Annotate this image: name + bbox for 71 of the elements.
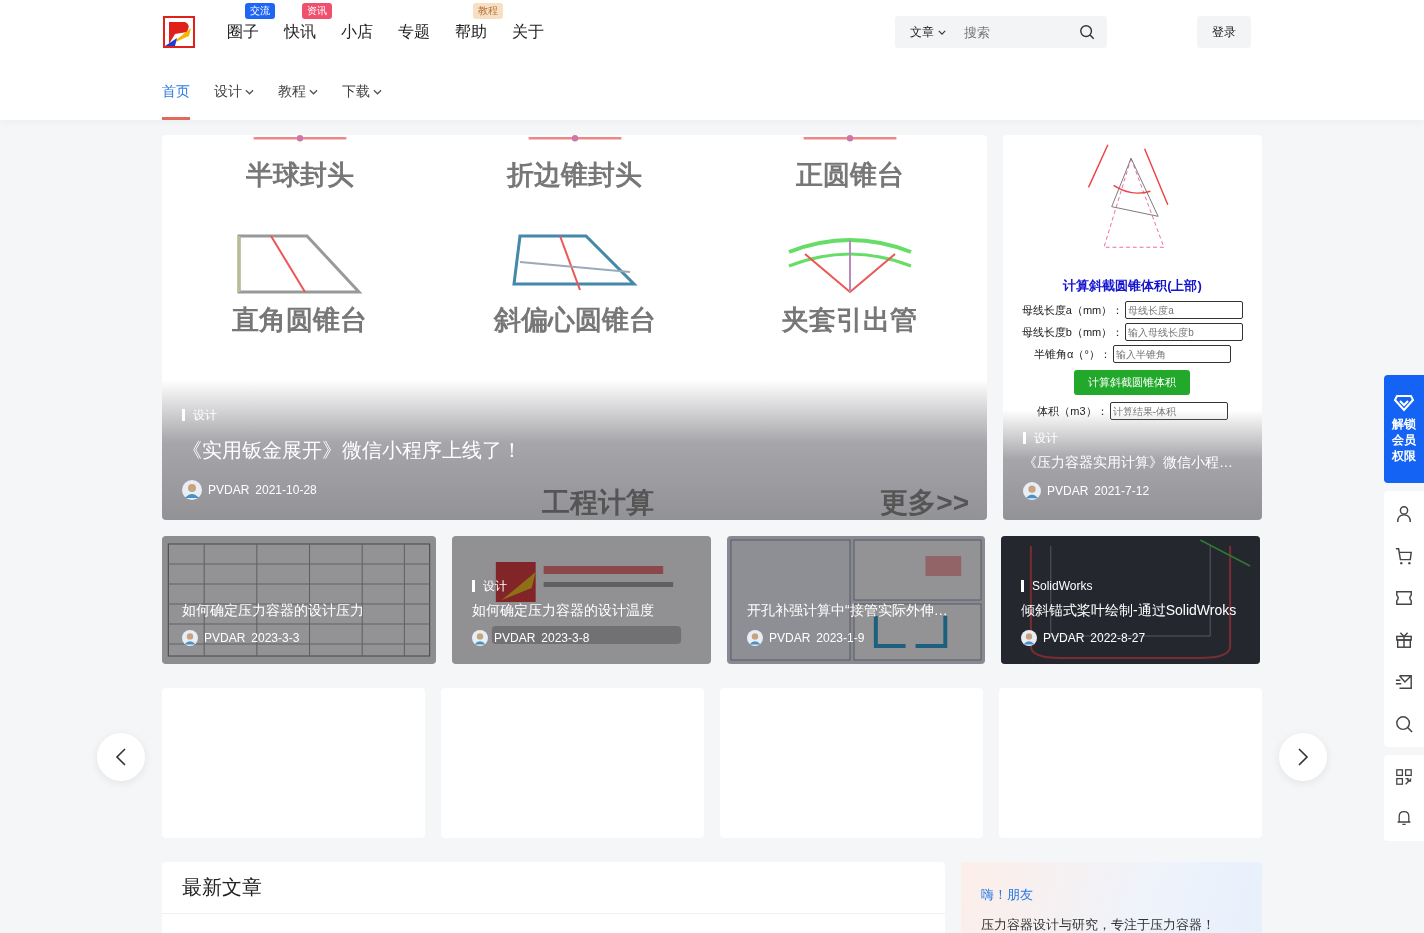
bell-icon[interactable]: [1396, 809, 1412, 827]
post-card[interactable]: SolidWorks 倾斜锚式桨叶绘制-通过SolidWroks PVDAR 2022-8-27: [1001, 536, 1260, 664]
subnav-tab[interactable]: 设计: [214, 64, 254, 120]
shape-label: 正圆锥台: [795, 159, 904, 192]
nav-link[interactable]: 关于: [512, 22, 544, 40]
logo-icon[interactable]: [163, 16, 195, 48]
vip-unlock-button[interactable]: 解锁会员权限: [1384, 375, 1424, 483]
search-icon[interactable]: [1079, 24, 1095, 40]
category-tag[interactable]: SolidWorks: [1021, 580, 1093, 592]
field-label: 体积（m3）：: [1037, 403, 1108, 419]
shape-label: 折边锥封头: [507, 159, 642, 192]
form-title: 计算斜截圆锥体积(上部): [1063, 277, 1202, 295]
avatar-icon: [182, 630, 198, 646]
search-scope-dropdown[interactable]: 文章: [910, 23, 946, 41]
search-icon[interactable]: [1395, 715, 1413, 733]
nav-link[interactable]: 帮助: [455, 22, 487, 40]
subnav-tab[interactable]: 下载: [342, 64, 382, 120]
nav-link[interactable]: 圈子: [227, 22, 259, 40]
input-field[interactable]: 母线长度a: [1125, 301, 1244, 319]
nav-badge: 教程: [473, 2, 503, 19]
field-label: 半锥角α（°）：: [1034, 346, 1111, 362]
banner-caption: 工程计算: [542, 486, 654, 520]
chevron-left-icon: [115, 747, 127, 767]
nav-badge: 资讯: [302, 2, 332, 19]
more-label: 更多>>: [880, 486, 969, 520]
qr-code-icon[interactable]: [1396, 769, 1412, 785]
ticket-icon[interactable]: [1395, 589, 1413, 607]
nav-link[interactable]: 小店: [341, 22, 373, 40]
nav-badge: 交流: [245, 2, 275, 19]
mail-icon[interactable]: [1395, 673, 1413, 691]
login-button[interactable]: 登录: [1197, 16, 1251, 48]
author-name[interactable]: PVDAR: [1043, 631, 1085, 645]
subnav-tab[interactable]: 教程: [278, 64, 318, 120]
caret-icon: [938, 29, 946, 35]
post-date: 2021-7-12: [1094, 484, 1150, 498]
shape-label: 直角圆锥台: [232, 304, 367, 337]
result-field[interactable]: 计算结果-体积: [1109, 402, 1228, 420]
post-card[interactable]: 计算斜截圆锥体积(上部) 母线长度a（mm）： 母线长度a 母线长度b（mm）： 输入母线长度b 半锥角α（°）： 输入半锥角 计算斜截圆锥体积 体积（m3）： 计算结果-体积 设计 《压力容器实用计算》微信小程… PVDAR 2021-7-12: [1003, 135, 1262, 520]
post-date: 2021-10-28: [255, 483, 317, 497]
field-label: 母线长度a（mm）：: [1021, 302, 1124, 318]
post-date: 2023-3-3: [251, 631, 300, 645]
chevron-right-icon: [1297, 747, 1309, 767]
post-date: 2023-3-8: [541, 631, 590, 645]
nav-link[interactable]: 专题: [398, 22, 430, 40]
user-icon[interactable]: [1395, 505, 1413, 523]
shape-label: 夹套引出管: [782, 304, 917, 337]
post-card[interactable]: 设计 如何确定压力容器的设计温度 PVDAR 2023-3-8: [452, 536, 711, 664]
diamond-icon: [1394, 393, 1414, 412]
site-description: 压力容器设计与研究，专注于压力容器！: [981, 916, 1216, 933]
nav-link[interactable]: 快讯: [284, 22, 316, 40]
shape-label: 斜偏心圆锥台: [493, 304, 656, 337]
post-date: 2023-1-9: [816, 631, 865, 645]
shape-label: 半球封头: [245, 159, 354, 192]
input-field[interactable]: 输入半锥角: [1112, 345, 1231, 363]
avatar-icon: [182, 480, 202, 500]
category-tag[interactable]: 设计: [472, 580, 507, 592]
avatar-icon: [1023, 482, 1041, 500]
greeting-text: 嗨！朋友: [981, 886, 1034, 904]
subnav-tab[interactable]: 首页: [162, 64, 190, 120]
avatar-icon: [1021, 630, 1037, 646]
gift-icon[interactable]: [1395, 631, 1413, 649]
post-date: 2022-8-27: [1090, 631, 1146, 645]
field-label: 母线长度b（mm）：: [1021, 324, 1124, 340]
post-title[interactable]: 倾斜锚式桨叶绘制-通过SolidWroks: [1021, 602, 1237, 620]
avatar-icon: [472, 630, 488, 646]
section-title: 最新文章: [162, 862, 945, 914]
input-field[interactable]: 输入母线长度b: [1125, 323, 1244, 341]
search-field[interactable]: 文章 搜索: [895, 16, 1107, 48]
cart-icon[interactable]: [1395, 547, 1413, 565]
author-name[interactable]: PVDAR: [494, 631, 536, 645]
avatar-icon: [747, 630, 763, 646]
